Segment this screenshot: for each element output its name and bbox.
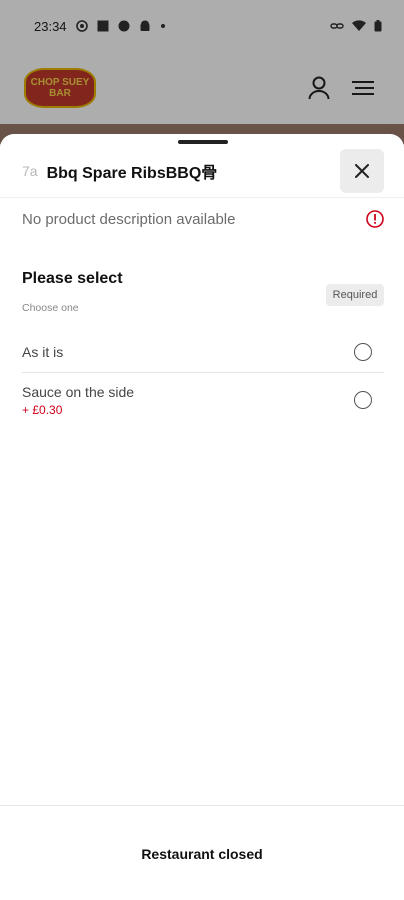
close-icon xyxy=(355,163,369,178)
option-label: Sauce on the side xyxy=(22,383,135,400)
radio-button[interactable] xyxy=(354,391,372,409)
option-price: + £0.30 xyxy=(22,402,63,417)
close-button[interactable] xyxy=(340,148,384,193)
radio-button[interactable] xyxy=(354,343,372,361)
option-text: As it is xyxy=(22,344,63,360)
section-title: Please select xyxy=(22,270,123,287)
item-code: 7a xyxy=(22,162,38,179)
required-badge: Required xyxy=(326,284,384,306)
product-description: No product description available xyxy=(22,210,236,228)
description-row: No product description available xyxy=(22,204,384,234)
restaurant-closed-label: Restaurant closed xyxy=(141,845,263,862)
info-icon[interactable] xyxy=(366,210,384,228)
item-title: Bbq Spare RibsBBQ骨 xyxy=(46,164,218,182)
option-sauce-on-side[interactable]: Sauce on the side + £0.30 xyxy=(22,378,384,422)
option-label: As it is xyxy=(22,344,64,360)
option-text: Sauce on the side + £0.30 xyxy=(22,384,134,417)
sheet-footer: Restaurant closed xyxy=(0,805,404,900)
sheet-header: 7a Bbq Spare RibsBBQ骨 xyxy=(0,144,404,198)
product-sheet: 7a Bbq Spare RibsBBQ骨 No product descrip… xyxy=(0,134,404,900)
section-subtitle: Choose one xyxy=(22,302,79,314)
option-as-it-is[interactable]: As it is xyxy=(22,332,384,373)
